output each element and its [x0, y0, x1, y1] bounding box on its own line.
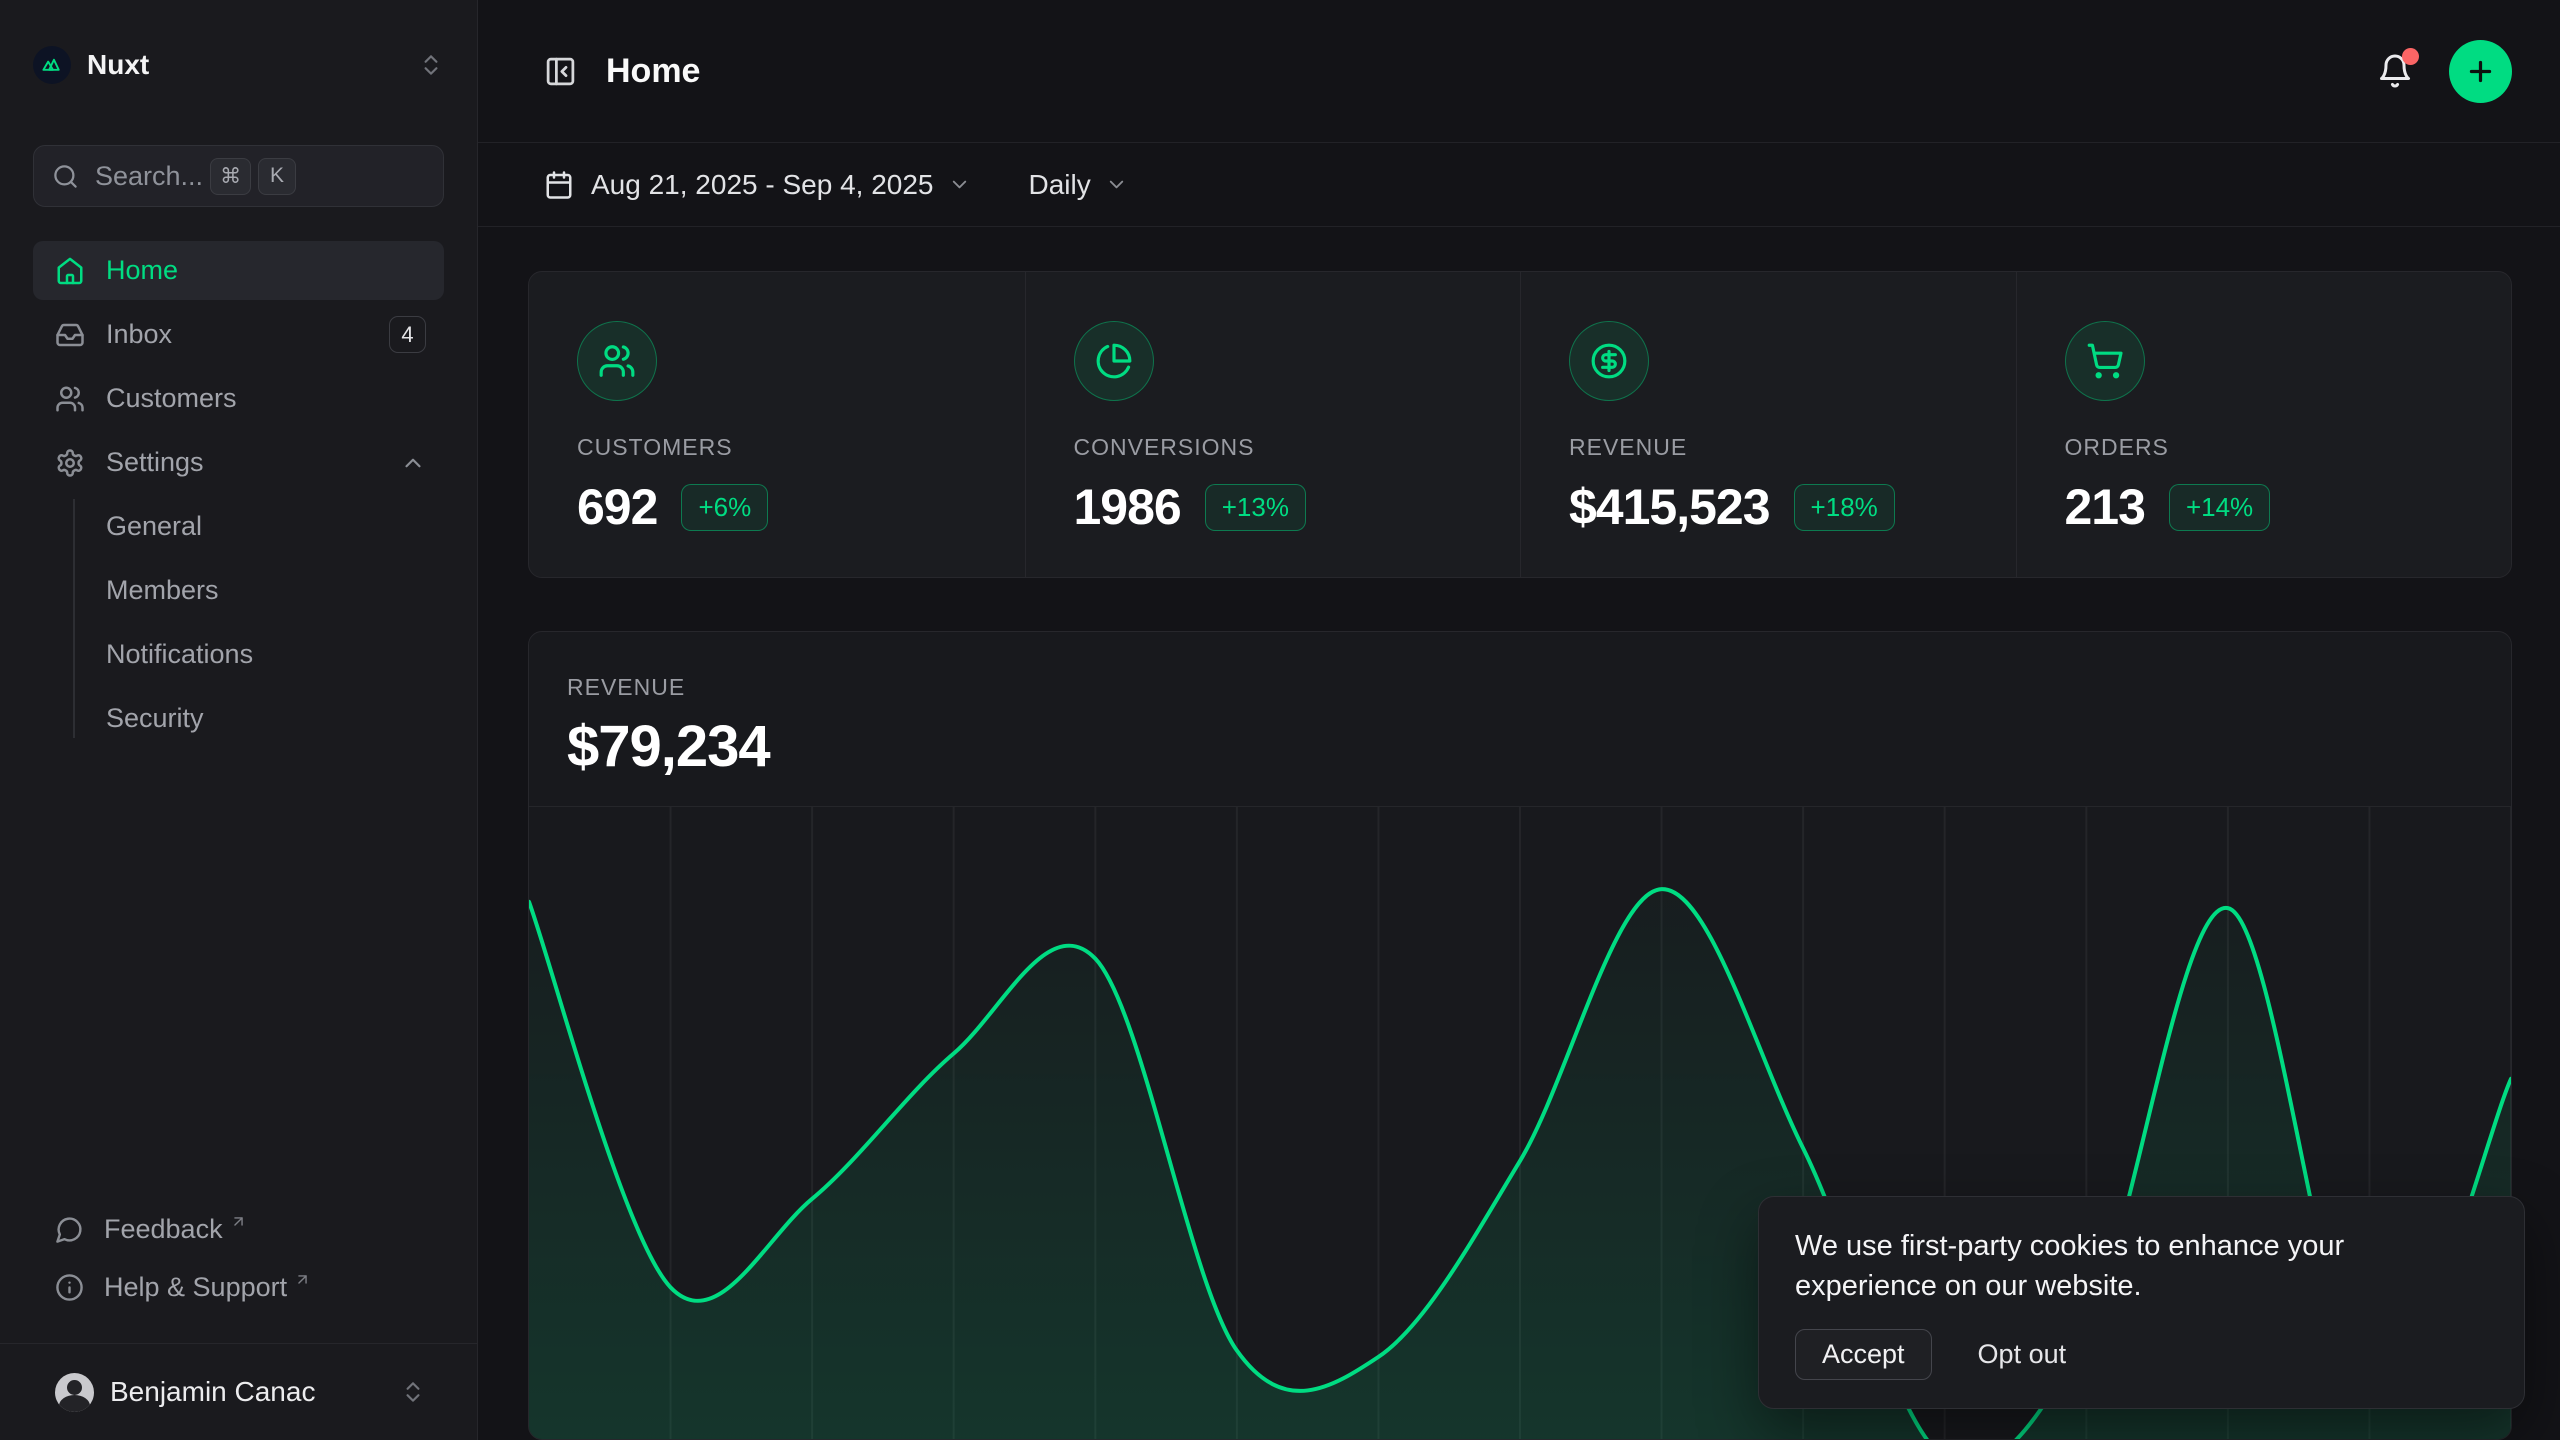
- stat-label: CONVERSIONS: [1074, 434, 1491, 461]
- sidebar-item-security[interactable]: Security: [106, 689, 444, 748]
- inbox-icon: [55, 320, 85, 350]
- feedback-label: Feedback: [104, 1214, 223, 1245]
- sidebar-item-members[interactable]: Members: [106, 561, 444, 620]
- feedback-link[interactable]: Feedback: [33, 1200, 444, 1258]
- users-icon: [577, 321, 657, 401]
- cookie-message: We use first-party cookies to enhance yo…: [1795, 1226, 2420, 1306]
- chevron-down-icon: [1105, 173, 1128, 196]
- stat-label: ORDERS: [2065, 434, 2482, 461]
- notifications-button[interactable]: [2377, 53, 2413, 89]
- sub-item-label: Security: [106, 703, 204, 734]
- info-circle-icon: [55, 1273, 84, 1302]
- stat-value: $415,523: [1569, 478, 1770, 536]
- help-support-label: Help & Support: [104, 1272, 287, 1303]
- brand-name: Nuxt: [87, 49, 149, 81]
- dashboard-app: Nuxt Search... ⌘ K Home: [0, 0, 2560, 1440]
- chevron-up-icon: [400, 450, 426, 476]
- opt-out-button[interactable]: Opt out: [1978, 1339, 2067, 1370]
- date-range-picker[interactable]: Aug 21, 2025 - Sep 4, 2025: [544, 169, 971, 201]
- sidebar-item-settings[interactable]: Settings: [33, 433, 444, 492]
- chevrons-up-down-icon: [400, 1379, 426, 1405]
- date-range-value: Aug 21, 2025 - Sep 4, 2025: [591, 169, 934, 201]
- gear-icon: [55, 448, 85, 478]
- chevrons-up-down-icon: [418, 52, 444, 78]
- stat-label: REVENUE: [1569, 434, 1986, 461]
- user-menu[interactable]: Benjamin Canac: [33, 1363, 444, 1421]
- stat-value: 1986: [1074, 478, 1181, 536]
- stat-value: 213: [2065, 478, 2145, 536]
- sidebar-divider: [0, 1343, 477, 1344]
- search-icon: [52, 163, 79, 190]
- sidebar-nav: Home Inbox 4 Customers Settings: [33, 241, 444, 753]
- circle-dollar-icon: [1569, 321, 1649, 401]
- users-icon: [55, 384, 85, 414]
- stat-delta-badge: +14%: [2169, 484, 2270, 531]
- search-placeholder: Search...: [95, 161, 203, 192]
- topbar: Home: [478, 0, 2560, 143]
- settings-subnav: General Members Notifications Security: [33, 497, 444, 748]
- cookie-actions: Accept Opt out: [1795, 1329, 2488, 1380]
- cookie-banner: We use first-party cookies to enhance yo…: [1758, 1196, 2525, 1409]
- sidebar-item-notifications[interactable]: Notifications: [106, 625, 444, 684]
- accept-button[interactable]: Accept: [1795, 1329, 1932, 1380]
- chart-current-value: $79,234: [567, 713, 2511, 780]
- sidebar-item-home[interactable]: Home: [33, 241, 444, 300]
- kbd-cmd: ⌘: [210, 158, 251, 195]
- search-input[interactable]: Search... ⌘ K: [33, 145, 444, 207]
- chevron-down-icon: [948, 173, 971, 196]
- plus-icon: [2465, 56, 2496, 87]
- sub-item-label: General: [106, 511, 202, 542]
- message-circle-icon: [55, 1215, 84, 1244]
- calendar-icon: [544, 170, 574, 200]
- sidebar-item-label: Settings: [106, 447, 204, 478]
- sidebar-item-customers[interactable]: Customers: [33, 369, 444, 428]
- chart-header: REVENUE $79,234: [529, 632, 2511, 780]
- stat-revenue: REVENUE $415,523 +18%: [1520, 272, 2016, 577]
- sidebar-item-general[interactable]: General: [106, 497, 444, 556]
- stat-delta-badge: +13%: [1205, 484, 1306, 531]
- filter-bar: Aug 21, 2025 - Sep 4, 2025 Daily: [478, 143, 2560, 227]
- team-switcher[interactable]: Nuxt: [33, 40, 444, 90]
- external-link-arrow-icon: [230, 1213, 247, 1230]
- kbd-k: K: [258, 158, 296, 195]
- sub-item-label: Members: [106, 575, 219, 606]
- stat-delta-badge: +18%: [1794, 484, 1895, 531]
- granularity-select[interactable]: Daily: [1029, 169, 1128, 201]
- user-name: Benjamin Canac: [110, 1376, 315, 1408]
- stat-label: CUSTOMERS: [577, 434, 995, 461]
- pie-chart-icon: [1074, 321, 1154, 401]
- external-link-arrow-icon: [294, 1271, 311, 1288]
- house-icon: [55, 256, 85, 286]
- sidebar-item-label: Inbox: [106, 319, 172, 350]
- stats-row: CUSTOMERS 692 +6% CONVERSIONS 1986 +13% RE…: [528, 271, 2512, 578]
- sidebar-footer-links: Feedback Help & Support: [33, 1200, 444, 1316]
- stat-conversions: CONVERSIONS 1986 +13%: [1025, 272, 1521, 577]
- inbox-count-badge: 4: [389, 316, 426, 353]
- add-button[interactable]: [2449, 40, 2512, 103]
- sidebar-item-label: Home: [106, 255, 178, 286]
- sidebar: Nuxt Search... ⌘ K Home: [0, 0, 478, 1440]
- chart-title: REVENUE: [567, 674, 2511, 701]
- sub-item-label: Notifications: [106, 639, 253, 670]
- help-support-link[interactable]: Help & Support: [33, 1258, 444, 1316]
- notification-dot: [2402, 48, 2419, 65]
- stat-delta-badge: +6%: [681, 484, 768, 531]
- sidebar-item-label: Customers: [106, 383, 237, 414]
- sidebar-collapse-icon[interactable]: [544, 55, 577, 88]
- shopping-cart-icon: [2065, 321, 2145, 401]
- nuxt-logo-icon: [33, 46, 71, 84]
- stat-value: 692: [577, 478, 657, 536]
- stat-orders: ORDERS 213 +14%: [2016, 272, 2512, 577]
- stat-customers: CUSTOMERS 692 +6%: [529, 272, 1025, 577]
- avatar: [55, 1373, 94, 1412]
- sidebar-item-inbox[interactable]: Inbox 4: [33, 305, 444, 364]
- granularity-value: Daily: [1029, 169, 1091, 201]
- page-title: Home: [606, 52, 700, 91]
